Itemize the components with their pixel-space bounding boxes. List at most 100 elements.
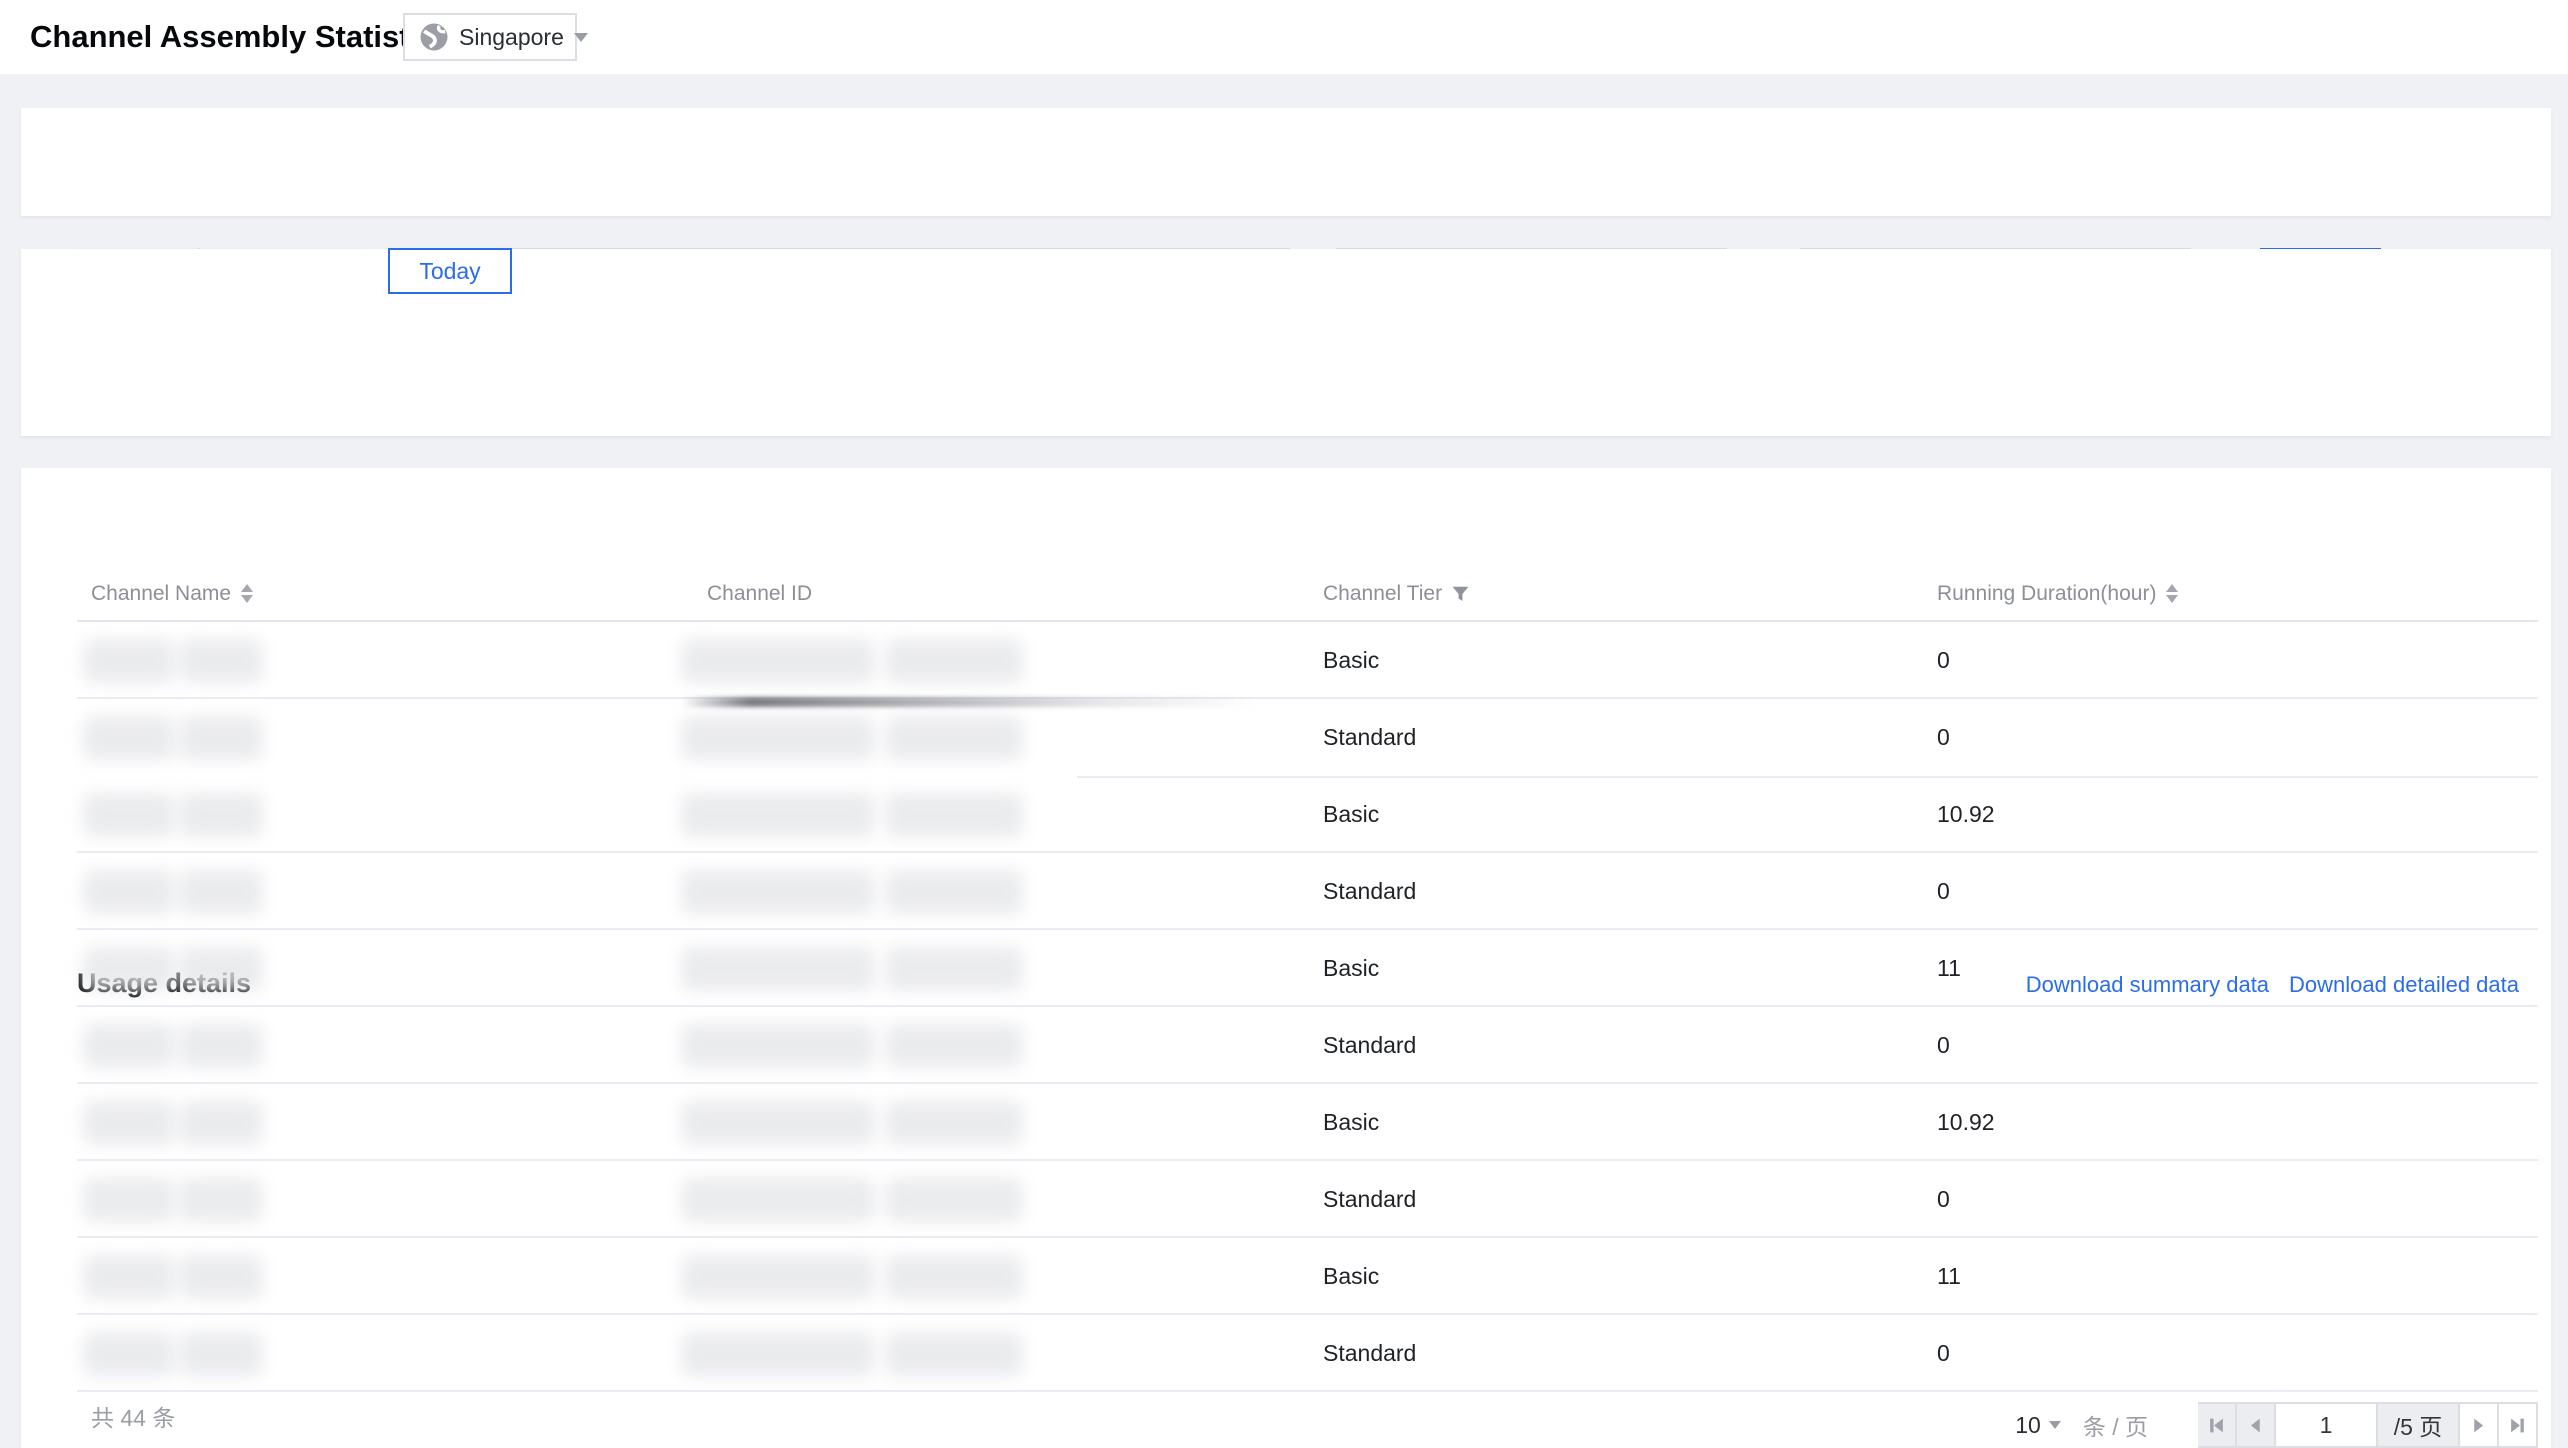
running-duration-cell: 0 — [1937, 1007, 1950, 1084]
running-duration-cell: 11 — [1937, 1238, 1961, 1315]
redacted-channel-name — [83, 1024, 175, 1068]
column-header-channel-name[interactable]: Channel Name — [91, 565, 253, 622]
redacted-channel-name — [179, 947, 263, 991]
redacted-channel-id — [681, 1101, 875, 1145]
redacted-channel-name — [83, 793, 175, 837]
redacted-channel-name — [83, 716, 175, 760]
redacted-channel-id — [885, 639, 1023, 683]
table-row: Basic 10.92 — [77, 776, 2538, 853]
redacted-channel-name — [179, 1178, 263, 1222]
redacted-channel-name — [83, 1178, 175, 1222]
redaction-smudge — [681, 697, 1261, 707]
redacted-channel-id — [885, 870, 1023, 914]
channel-tier-cell: Standard — [1323, 1007, 1416, 1084]
redacted-channel-id — [681, 1024, 875, 1068]
redacted-channel-name — [179, 1255, 263, 1299]
redacted-channel-id — [885, 1255, 1023, 1299]
column-header-running-duration[interactable]: Running Duration(hour) — [1937, 565, 2178, 622]
redacted-channel-name — [179, 1332, 263, 1376]
running-duration-cell: 10.92 — [1937, 776, 1995, 853]
running-duration-cell: 11 — [1937, 930, 1961, 1007]
redacted-channel-name — [179, 1101, 263, 1145]
globe-icon — [419, 22, 449, 52]
usage-details-card: Usage details Download summary data Down… — [21, 468, 2551, 1448]
redacted-channel-id — [885, 1101, 1023, 1145]
table-row: Standard 0 — [77, 699, 2538, 776]
redacted-channel-id — [885, 947, 1023, 991]
first-page-icon — [2208, 1417, 2225, 1434]
redacted-channel-id — [681, 870, 875, 914]
channel-tier-cell: Basic — [1323, 930, 1379, 1007]
chevron-down-icon — [2049, 1421, 2061, 1429]
redacted-channel-name — [179, 639, 263, 683]
running-duration-cell: 0 — [1937, 1161, 1950, 1238]
table-row: Basic 11 — [77, 930, 2538, 1007]
region-selector[interactable]: Singapore — [403, 13, 577, 61]
filter-funnel-icon[interactable] — [1452, 586, 1469, 602]
redacted-channel-id — [681, 639, 875, 683]
running-duration-cell: 0 — [1937, 699, 1950, 776]
page-size-select[interactable]: 10 — [2015, 1412, 2061, 1439]
redacted-channel-name — [83, 870, 175, 914]
table-footer: 共 44 条 10 条 / 页 1 /5 页 — [77, 1388, 2538, 1448]
redacted-channel-id — [885, 1332, 1023, 1376]
redacted-channel-id — [885, 793, 1023, 837]
page-size-suffix: 条 / 页 — [2083, 1408, 2148, 1442]
redacted-channel-id — [681, 1178, 875, 1222]
redacted-channel-id — [681, 793, 875, 837]
redacted-channel-id — [681, 947, 875, 991]
redacted-channel-name — [179, 716, 263, 760]
first-page-button[interactable] — [2198, 1402, 2237, 1448]
channel-tier-cell: Standard — [1323, 1161, 1416, 1238]
total-count: 共 44 条 — [91, 1388, 175, 1448]
running-duration-cell: 0 — [1937, 853, 1950, 930]
redacted-channel-id — [885, 1024, 1023, 1068]
channel-tier-cell: Basic — [1323, 1084, 1379, 1161]
column-header-channel-tier[interactable]: Channel Tier — [1323, 565, 1469, 622]
redacted-channel-id — [681, 1255, 875, 1299]
channel-tier-cell: Standard — [1323, 699, 1416, 776]
channel-tier-cell: Basic — [1323, 1238, 1379, 1315]
redacted-channel-name — [83, 639, 175, 683]
running-duration-cell: 0 — [1937, 1315, 1950, 1392]
total-pages-label: /5 页 — [2378, 1402, 2460, 1448]
redacted-channel-name — [83, 1332, 175, 1376]
table-row: Standard 0 — [77, 1007, 2538, 1084]
table-row: Standard 0 — [77, 1161, 2538, 1238]
range-button-today[interactable]: Today — [388, 248, 512, 294]
redacted-channel-name — [83, 1255, 175, 1299]
redacted-channel-name — [179, 870, 263, 914]
sort-icon[interactable] — [2166, 584, 2178, 603]
table-row: Basic 11 — [77, 1238, 2538, 1315]
table-row: Basic 0 — [77, 622, 2538, 699]
last-page-button[interactable] — [2499, 1402, 2538, 1448]
channel-tier-cell: Standard — [1323, 1315, 1416, 1392]
table-row: Basic 10.92 — [77, 1084, 2538, 1161]
running-duration-cell: 0 — [1937, 622, 1950, 699]
running-duration-cell: 10.92 — [1937, 1084, 1995, 1161]
prev-page-button[interactable] — [2237, 1402, 2276, 1448]
table-row: Standard 0 — [77, 853, 2538, 930]
redacted-channel-id — [681, 716, 875, 760]
current-page-input[interactable]: 1 — [2276, 1402, 2378, 1448]
table-row: Standard 0 — [77, 1315, 2538, 1392]
region-selector-value: Singapore — [459, 24, 564, 51]
page-title: Channel Assembly Statistics — [30, 0, 453, 74]
sort-icon[interactable] — [241, 584, 253, 603]
top-header-bar: Channel Assembly Statistics Singapore — [0, 0, 2568, 74]
column-header-channel-id[interactable]: Channel ID — [707, 565, 812, 622]
chevron-down-icon — [574, 33, 588, 42]
filter-bar: Time Zone +08:00 Today Yesterday Last 7 … — [21, 108, 2551, 216]
redacted-channel-name — [83, 1101, 175, 1145]
redacted-channel-id — [885, 716, 1023, 760]
prev-page-icon — [2247, 1417, 2264, 1434]
channel-tier-cell: Basic — [1323, 776, 1379, 853]
next-page-button[interactable] — [2460, 1402, 2499, 1448]
channel-tier-cell: Standard — [1323, 853, 1416, 930]
redacted-channel-name — [179, 1024, 263, 1068]
redacted-channel-id — [681, 1332, 875, 1376]
redacted-channel-name — [179, 793, 263, 837]
channel-tier-cell: Basic — [1323, 622, 1379, 699]
last-page-icon — [2509, 1417, 2526, 1434]
redacted-channel-id — [885, 1178, 1023, 1222]
